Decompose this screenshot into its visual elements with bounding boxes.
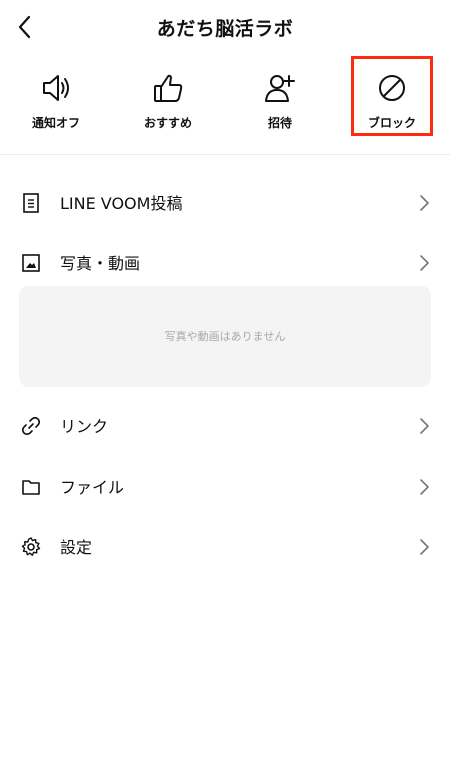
recommend-label: おすすめ [143, 116, 192, 130]
menu-label-files: ファイル [60, 478, 125, 497]
header: あだち脳活ラボ [0, 0, 450, 56]
chevron-right-icon [420, 255, 429, 271]
add-user-icon [265, 75, 295, 102]
divider [0, 154, 450, 155]
photo-icon [22, 254, 40, 272]
chevron-right-icon [420, 195, 429, 211]
invite-label: 招待 [267, 116, 292, 130]
action-bar: 通知オフ おすすめ 招待 ブロック [0, 56, 450, 154]
page-title: あだち脳活ラボ [156, 18, 294, 40]
block-icon [379, 75, 405, 101]
menu-label-links: リンク [60, 417, 109, 436]
invite-button[interactable]: 招待 [230, 64, 330, 142]
notifications-off-label: 通知オフ [31, 116, 80, 130]
gear-icon [21, 537, 41, 556]
speaker-icon [43, 75, 69, 101]
chevron-right-icon [420, 418, 429, 434]
menu-item-line-voom[interactable]: LINE VOOM投稿 [0, 172, 450, 232]
menu-label-settings: 設定 [60, 538, 93, 557]
chevron-right-icon [420, 479, 429, 495]
chevron-right-icon [420, 539, 429, 555]
menu-item-settings[interactable]: 設定 [0, 516, 450, 576]
recommend-button[interactable]: おすすめ [118, 64, 218, 142]
link-icon [21, 416, 41, 436]
menu-label-photos: 写真・動画 [60, 254, 141, 273]
block-button[interactable]: ブロック [342, 64, 442, 142]
photos-empty-text: 写真や動画はありません [164, 330, 286, 343]
notifications-off-button[interactable]: 通知オフ [6, 64, 106, 142]
folder-icon [22, 480, 40, 495]
document-icon [23, 193, 39, 213]
menu-item-files[interactable]: ファイル [0, 456, 450, 516]
block-label: ブロック [367, 116, 416, 130]
thumbs-up-icon [154, 74, 183, 102]
menu-label-line-voom: LINE VOOM投稿 [60, 194, 183, 213]
photos-empty-state: 写真や動画はありません [19, 286, 431, 387]
menu-item-links[interactable]: リンク [0, 395, 450, 455]
menu-item-photos[interactable]: 写真・動画 [0, 232, 450, 292]
